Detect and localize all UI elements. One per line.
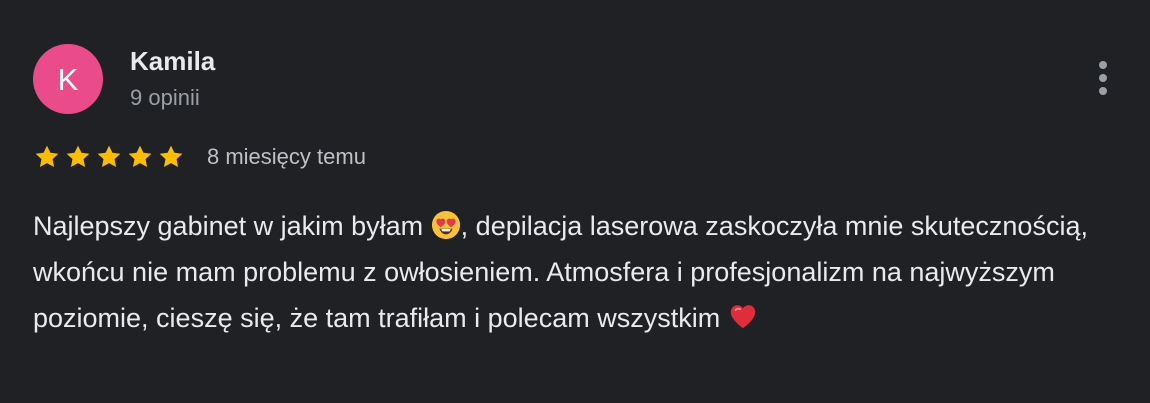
review-time: 8 miesięcy temu — [207, 144, 366, 169]
author-name[interactable]: Kamila — [130, 46, 215, 77]
star-icon — [95, 143, 123, 171]
star-icon — [64, 143, 92, 171]
red-heart-emoji — [728, 302, 758, 332]
avatar[interactable]: K — [33, 44, 103, 114]
more-vertical-icon — [1099, 74, 1107, 82]
review-card: K Kamila 9 opinii 8 miesięcy temu Najlep… — [0, 0, 1150, 403]
review-text-part-1: Najlepszy gabinet w jakim byłam — [33, 211, 431, 241]
avatar-initial: K — [57, 61, 79, 97]
more-vertical-icon — [1099, 61, 1107, 69]
more-options-button[interactable] — [1086, 56, 1120, 100]
rating-row: 8 miesięcy temu — [33, 140, 366, 174]
heart-eyes-emoji — [431, 210, 461, 240]
star-rating — [33, 143, 185, 171]
more-vertical-icon — [1099, 87, 1107, 95]
review-count: 9 opinii — [130, 85, 200, 110]
star-icon — [33, 143, 61, 171]
star-icon — [157, 143, 185, 171]
star-icon — [126, 143, 154, 171]
review-text: Najlepszy gabinet w jakim byłam , depila… — [33, 203, 1123, 341]
